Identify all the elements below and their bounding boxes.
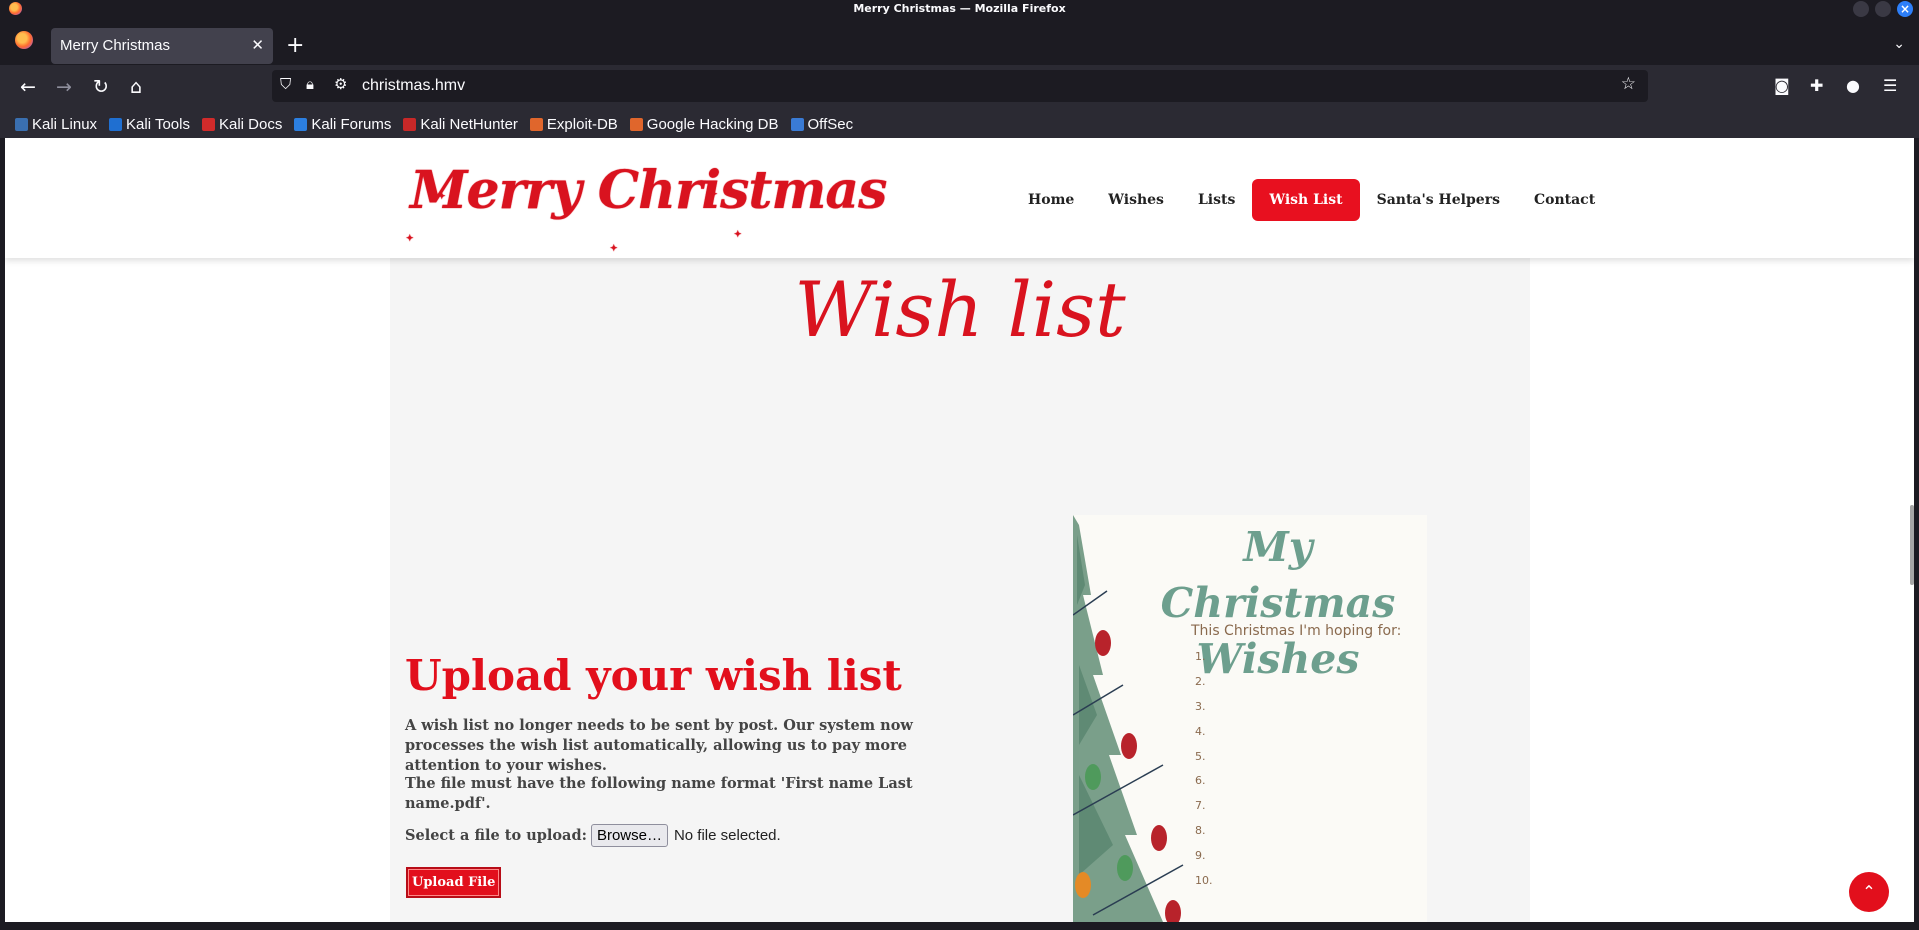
bookmark-favicon-icon: [201, 118, 215, 131]
main-content: Wish list Upload your wish list A wish l…: [390, 258, 1530, 922]
wish-list-card-image: My Christmas Wishes This Christmas I'm h…: [1073, 515, 1427, 922]
forward-arrow-icon[interactable]: →: [52, 75, 76, 99]
bookmark-offsec[interactable]: OffSec: [790, 116, 854, 133]
bookmark-label: Exploit-DB: [546, 116, 618, 133]
upload-heading: Upload your wish list: [405, 651, 902, 700]
bookmark-exploit-db[interactable]: Exploit-DB: [529, 116, 618, 133]
bookmark-label: Kali Forums: [311, 116, 392, 133]
bookmark-label: Kali Docs: [218, 116, 283, 133]
tab-strip: Merry Christmas ✕ + ⌄: [0, 17, 1919, 65]
bookmark-label: OffSec: [807, 116, 854, 133]
maximize-button[interactable]: [1875, 1, 1891, 17]
bookmark-favicon-icon: [294, 118, 308, 131]
main-menu: Home Wishes Lists Wish List Santa's Help…: [1011, 179, 1612, 221]
page-title: Wish list: [794, 265, 1126, 354]
permissions-icon[interactable]: ⚙: [334, 75, 347, 93]
logo-text: Merry Christmas: [410, 160, 887, 221]
bookmark-favicon-icon: [790, 118, 804, 131]
sparkle-icon: ✦: [406, 234, 413, 244]
tab-merry-christmas[interactable]: Merry Christmas ✕: [51, 28, 273, 64]
sparkle-icon: ✦: [438, 192, 445, 202]
bookmarks-bar: Kali Linux Kali Tools Kali Docs Kali Forums…: [0, 111, 1919, 138]
lock-icon[interactable]: 🔒︎: [306, 75, 314, 93]
menu-item-santas-helpers[interactable]: Santa's Helpers: [1360, 179, 1517, 221]
new-tab-button[interactable]: +: [286, 35, 304, 57]
bookmark-kali-forums[interactable]: Kali Forums: [294, 116, 391, 133]
bookmark-kali-tools[interactable]: Kali Tools: [109, 116, 190, 133]
card-title-line-1: My Christmas: [1160, 523, 1396, 627]
menu-item-lists[interactable]: Lists: [1181, 179, 1252, 221]
menu-item-wish-list[interactable]: Wish List: [1252, 179, 1360, 221]
extensions-icon[interactable]: ✚: [1810, 76, 1823, 95]
file-upload-label: Select a file to upload:: [405, 827, 587, 844]
scroll-to-top-button[interactable]: ⌃: [1849, 872, 1889, 912]
bookmark-label: Kali Linux: [32, 116, 98, 133]
upload-description: A wish list no longer needs to be sent b…: [405, 717, 913, 774]
page-scrollbar[interactable]: [1910, 505, 1914, 585]
bookmark-favicon-icon: [529, 118, 543, 131]
bookmark-favicon-icon: [15, 118, 28, 131]
pocket-icon[interactable]: ◙: [1774, 76, 1790, 95]
menu-item-wishes[interactable]: Wishes: [1091, 179, 1181, 221]
upload-file-button[interactable]: Upload File: [406, 867, 502, 898]
bookmark-google-hacking-db[interactable]: Google Hacking DB: [629, 116, 779, 133]
reload-icon[interactable]: ↻: [89, 75, 113, 99]
back-arrow-icon[interactable]: ←: [16, 75, 40, 99]
sparkle-icon: ✦: [734, 230, 741, 240]
list-item: 1.: [1195, 650, 1206, 663]
list-item: 9.: [1195, 849, 1206, 863]
menu-item-home[interactable]: Home: [1011, 179, 1091, 221]
bookmark-favicon-icon: [109, 118, 123, 131]
tab-list-chevron-icon[interactable]: ⌄: [1893, 36, 1905, 52]
card-title-line-2: Wishes: [1196, 635, 1360, 683]
card-subtitle: This Christmas I'm hoping for:: [1191, 623, 1402, 639]
window-close-button[interactable]: ×: [1897, 1, 1913, 17]
list-item: 10.: [1195, 874, 1213, 888]
menu-icon[interactable]: ☰: [1883, 76, 1897, 95]
window-titlebar: Merry Christmas — Mozilla Firefox ×: [0, 0, 1919, 17]
url-bar[interactable]: ⛉ 🔒︎ ⚙ christmas.hmv ☆: [272, 70, 1648, 102]
list-item: 3.: [1195, 699, 1206, 713]
list-item: 4.: [1195, 724, 1206, 738]
list-item: 7.: [1195, 799, 1206, 813]
list-item: 5.: [1195, 749, 1206, 763]
sparkle-icon: ✦: [610, 244, 617, 254]
minimize-button[interactable]: [1853, 1, 1869, 17]
home-icon[interactable]: ⌂: [124, 75, 148, 99]
url-text[interactable]: christmas.hmv: [362, 70, 465, 102]
filename-format-note: The file must have the following name fo…: [405, 775, 913, 812]
firefox-icon: [9, 2, 22, 15]
bookmark-favicon-icon: [403, 118, 417, 131]
tab-close-icon[interactable]: ✕: [251, 28, 264, 64]
window-title: Merry Christmas — Mozilla Firefox: [853, 2, 1066, 15]
bookmark-favicon-icon: [629, 118, 643, 131]
bookmark-star-icon[interactable]: ☆: [1621, 74, 1636, 94]
card-wish-list: 1. 2. 3. 4. 5. 6. 7. 8. 9. 10.: [1195, 645, 1213, 894]
menu-item-contact[interactable]: Contact: [1517, 179, 1612, 221]
account-icon[interactable]: ●: [1846, 76, 1860, 95]
bookmark-label: Kali NetHunter: [420, 116, 518, 133]
list-item: 2.: [1195, 674, 1206, 688]
tab-title: Merry Christmas: [60, 37, 171, 54]
list-item: 6.: [1195, 774, 1206, 788]
bookmark-label: Kali Tools: [126, 116, 190, 133]
file-status: No file selected.: [673, 827, 781, 844]
browse-button[interactable]: Browse…: [590, 824, 668, 847]
site-logo[interactable]: Merry Christmas ✦ ✦ ✦ ✦ ✦ ✦: [406, 157, 887, 254]
file-upload-row: Select a file to upload: Browse… No file…: [405, 824, 781, 847]
list-item: 8.: [1195, 824, 1206, 838]
shield-icon[interactable]: ⛉: [280, 75, 291, 93]
page-viewport: Merry Christmas ✦ ✦ ✦ ✦ ✦ ✦ Home Wishes …: [5, 138, 1914, 922]
bookmark-label: Google Hacking DB: [646, 116, 779, 133]
sparkle-icon: ✦: [710, 190, 717, 200]
bookmark-kali-docs[interactable]: Kali Docs: [201, 116, 283, 133]
sparkle-icon: ✦: [558, 188, 565, 198]
bookmark-kali-nethunter[interactable]: Kali NetHunter: [403, 116, 518, 133]
navigation-bar: ← → ↻ ⌂ ⛉ 🔒︎ ⚙ christmas.hmv ☆ ◙ ✚ ● ☰: [0, 65, 1919, 111]
firefox-view-icon[interactable]: [15, 31, 33, 49]
card-title: My Christmas Wishes: [1133, 519, 1423, 687]
window-bottom-edge: [0, 922, 1919, 930]
bookmark-kali-linux[interactable]: Kali Linux: [15, 116, 97, 133]
site-header: Merry Christmas ✦ ✦ ✦ ✦ ✦ ✦ Home Wishes …: [5, 138, 1914, 258]
